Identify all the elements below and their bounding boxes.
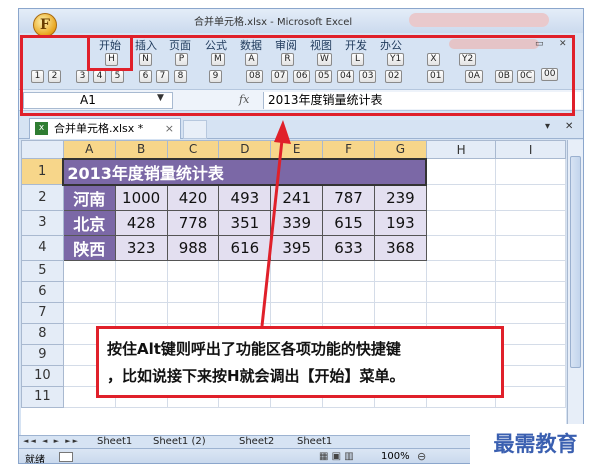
value-cell[interactable]: 616 [218,234,272,261]
row-header-8[interactable]: 8 [21,322,64,345]
home-keytip-highlight-box [87,35,133,71]
cell[interactable] [495,234,566,261]
annotation-line-1: 按住Alt键则呼出了功能区各项功能的快捷键 [107,340,401,358]
cell[interactable] [425,158,497,185]
cell[interactable] [495,158,566,185]
column-header-b[interactable]: B [114,140,168,159]
row-header-3[interactable]: 3 [21,209,64,236]
value-cell[interactable]: 339 [270,209,324,236]
document-tab-bar: x 合并单元格.xlsx * × ▾ ✕ [19,115,583,139]
sheet-tab[interactable]: Sheet1 (2) [153,436,206,447]
column-header-h[interactable]: H [425,140,497,159]
column-header-e[interactable]: E [270,140,324,159]
value-cell[interactable]: 778 [166,209,220,236]
column-header-d[interactable]: D [218,140,272,159]
value-cell[interactable]: 428 [114,209,168,236]
row-header-4[interactable]: 4 [21,234,64,261]
value-cell[interactable]: 633 [322,234,375,261]
value-cell[interactable]: 351 [218,209,272,236]
sheet-tab[interactable]: Sheet1 [97,436,132,447]
value-cell[interactable]: 787 [322,184,375,211]
row-header-1[interactable]: 1 [21,158,64,185]
column-header-g[interactable]: G [373,140,427,159]
excel-file-icon: x [35,122,48,135]
value-cell[interactable]: 323 [114,234,168,261]
value-cell[interactable]: 368 [373,234,427,261]
annotation-line-2: ，比如说接下来按H就会调出【开始】菜单。 [107,367,405,385]
cell[interactable] [425,184,497,211]
cell[interactable] [425,209,497,236]
select-all-corner[interactable] [21,140,64,159]
vertical-scrollbar[interactable] [567,140,583,435]
document-tab[interactable]: x 合并单元格.xlsx * × [29,118,181,139]
view-mode-icons[interactable]: ▦ ▣ ▥ [319,451,354,462]
city-cell[interactable]: 河南 [62,184,116,211]
value-cell[interactable]: 988 [166,234,220,261]
macro-record-icon[interactable] [59,452,73,462]
zoom-out-icon[interactable]: ⊖ [417,450,426,463]
city-cell[interactable]: 陕西 [62,234,116,261]
cell[interactable] [495,184,566,211]
value-cell[interactable]: 615 [322,209,375,236]
row-header-11[interactable]: 11 [21,385,64,408]
office-button[interactable]: F [33,13,57,37]
column-header-f[interactable]: F [322,140,375,159]
row-header-9[interactable]: 9 [21,343,64,366]
city-cell[interactable]: 北京 [62,209,116,236]
value-cell[interactable]: 493 [218,184,272,211]
new-tab-button[interactable] [183,120,207,139]
close-workbook-icon[interactable]: ✕ [565,121,573,132]
sheet-tab[interactable]: Sheet1 [297,436,332,447]
row-header-6[interactable]: 6 [21,280,64,303]
value-cell[interactable]: 420 [166,184,220,211]
row-header-2[interactable]: 2 [21,184,64,211]
sheet-nav-arrows-icon[interactable]: ◄◄ ◄ ► ►► [23,437,80,445]
tab-list-chevron-icon[interactable]: ▾ [545,121,550,132]
blurred-title-area [409,13,549,27]
row-header-7[interactable]: 7 [21,301,64,324]
zoom-level[interactable]: 100% [381,451,410,462]
value-cell[interactable]: 239 [373,184,427,211]
value-cell[interactable]: 241 [270,184,324,211]
annotation-callout: 按住Alt键则呼出了功能区各项功能的快捷键 ，比如说接下来按H就会调出【开始】菜… [96,326,504,398]
scroll-thumb[interactable] [570,156,581,368]
row-header-10[interactable]: 10 [21,364,64,387]
cell[interactable] [425,234,497,261]
document-tab-label: 合并单元格.xlsx * [54,122,144,135]
value-cell[interactable]: 193 [373,209,427,236]
status-mode: 就绪 [25,455,45,464]
value-cell[interactable]: 1000 [114,184,168,211]
cell[interactable] [495,209,566,236]
sheet-tab[interactable]: Sheet2 [239,436,274,447]
row-header-5[interactable]: 5 [21,259,64,282]
value-cell[interactable]: 395 [270,234,324,261]
window-title: 合并单元格.xlsx - Microsoft Excel [194,17,353,28]
close-tab-icon[interactable]: × [165,119,174,138]
column-header-a[interactable]: A [62,140,116,159]
watermark-logo: 最需教育 [470,424,601,464]
merged-title-cell[interactable]: 2013年度销量统计表 [62,157,428,186]
column-header-i[interactable]: I [495,140,566,159]
column-header-c[interactable]: C [166,140,220,159]
